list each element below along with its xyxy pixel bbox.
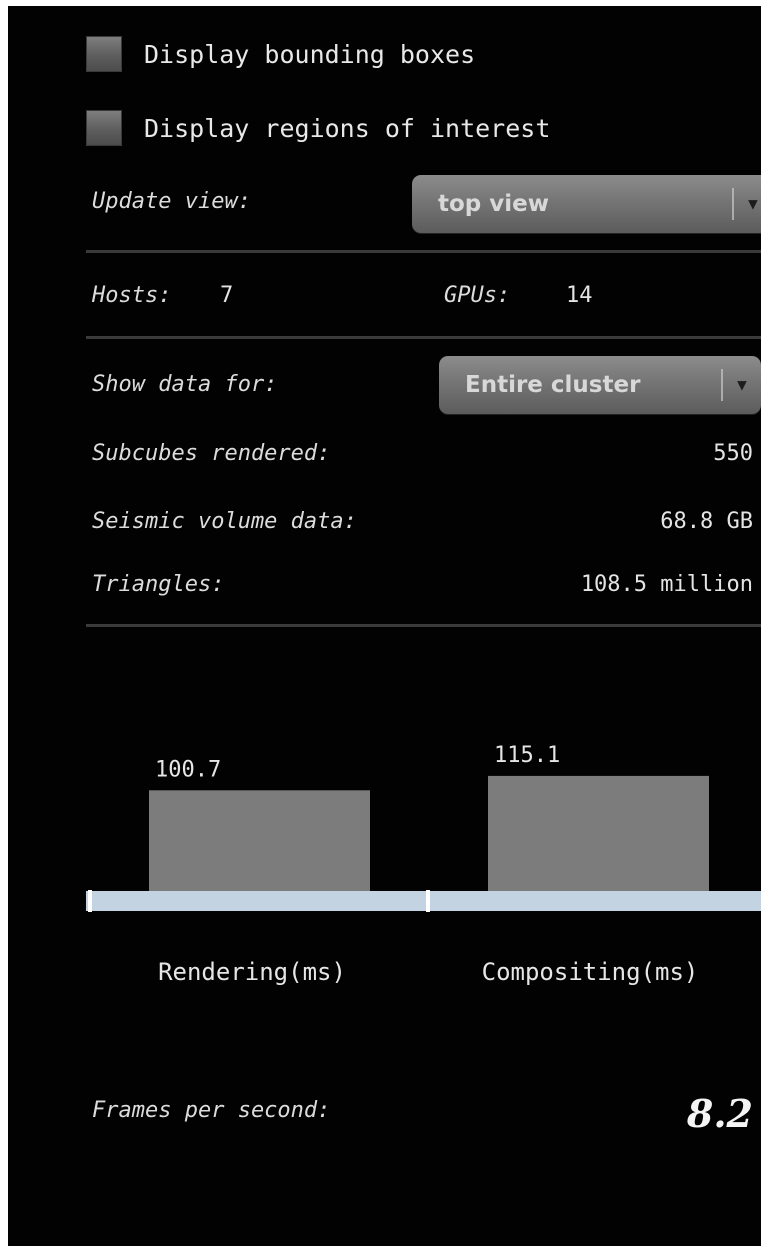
fps-label: Frames per second: bbox=[92, 1098, 331, 1123]
seismic-volume-value: 68.8 GB bbox=[660, 509, 753, 534]
show-data-for-label: Show data for: bbox=[92, 372, 278, 397]
triangles-label: Triangles: bbox=[92, 572, 225, 597]
show-data-for-selected: Entire cluster bbox=[465, 372, 641, 398]
bar-0 bbox=[149, 790, 370, 891]
divider bbox=[86, 336, 761, 339]
regions-of-interest-option[interactable]: Display regions of interest bbox=[86, 108, 550, 148]
fps-value: 8.2 bbox=[686, 1091, 753, 1136]
subcubes-rendered-label: Subcubes rendered: bbox=[92, 441, 331, 466]
chart-baseline bbox=[86, 891, 761, 911]
gpus-value: 14 bbox=[566, 283, 593, 308]
triangles-value: 108.5 million bbox=[580, 572, 753, 597]
bar-1 bbox=[488, 775, 709, 891]
dropdown-separator bbox=[732, 188, 734, 220]
hosts-value: 7 bbox=[220, 283, 234, 308]
dropdown-separator bbox=[721, 369, 723, 401]
update-view-label: Update view: bbox=[92, 189, 251, 214]
regions-of-interest-checkbox[interactable] bbox=[86, 110, 122, 146]
divider bbox=[86, 624, 761, 627]
bounding-boxes-option[interactable]: Display bounding boxes bbox=[86, 34, 475, 74]
render-stats-panel: Display bounding boxes Display regions o… bbox=[8, 6, 761, 1246]
hosts-label: Hosts: bbox=[92, 283, 172, 308]
gpus-label: GPUs: bbox=[444, 283, 511, 308]
update-view-selected: top view bbox=[438, 191, 549, 217]
dropdown-arrow-icon[interactable]: ▼ bbox=[723, 356, 761, 414]
show-data-for-dropdown[interactable]: Entire cluster ▼ bbox=[439, 356, 761, 414]
bounding-boxes-label: Display bounding boxes bbox=[144, 39, 476, 69]
seismic-volume-label: Seismic volume data: bbox=[92, 509, 357, 534]
baseline-marker bbox=[88, 890, 92, 912]
bar-value-label: 115.1 bbox=[494, 743, 560, 768]
bounding-boxes-checkbox[interactable] bbox=[86, 36, 122, 72]
subcubes-rendered-value: 550 bbox=[713, 441, 753, 466]
bar-value-label: 100.7 bbox=[155, 757, 221, 782]
dropdown-arrow-icon[interactable]: ▼ bbox=[734, 175, 761, 233]
category-label: Compositing(ms) bbox=[482, 958, 699, 986]
divider bbox=[86, 250, 761, 253]
update-view-dropdown[interactable]: top view ▼ bbox=[412, 175, 761, 233]
category-label: Rendering(ms) bbox=[158, 958, 346, 986]
regions-of-interest-label: Display regions of interest bbox=[144, 113, 551, 143]
baseline-marker bbox=[426, 890, 430, 912]
